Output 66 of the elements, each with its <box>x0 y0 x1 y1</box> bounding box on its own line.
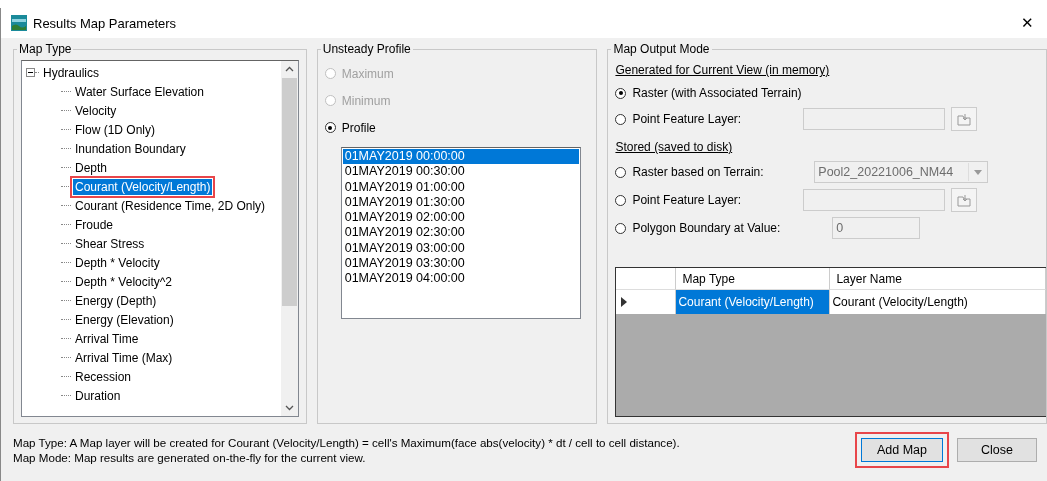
list-item[interactable]: 01MAY2019 04:00:00 <box>342 271 579 287</box>
radio-label: Polygon Boundary at Value: <box>632 221 781 235</box>
radio-button[interactable] <box>615 113 627 125</box>
dropdown-arrow-icon <box>974 169 983 175</box>
radio-button[interactable] <box>615 166 627 178</box>
list-item[interactable]: 01MAY2019 02:00:00 <box>342 210 579 226</box>
tree-item[interactable]: Froude <box>73 216 116 233</box>
tree-item[interactable]: Water Surface Elevation <box>73 83 206 100</box>
radio-label: Raster (with Associated Terrain) <box>632 86 802 100</box>
tree-item[interactable]: Arrival Time <box>73 330 141 347</box>
tree-item[interactable]: Depth * Velocity <box>73 254 162 271</box>
tree-item[interactable]: Depth * Velocity^2 <box>73 273 175 290</box>
tree-item[interactable]: Shear Stress <box>73 235 147 252</box>
tree-item[interactable]: Inundation Boundary <box>73 140 188 157</box>
scrollbar[interactable] <box>280 61 298 416</box>
tree-item[interactable]: Recession <box>73 368 134 385</box>
column-header: Map Type <box>676 268 831 290</box>
tree-item[interactable]: Hydraulics <box>41 64 101 81</box>
radio-label: Minimum <box>341 93 391 108</box>
tree-item[interactable]: Energy (Elevation) <box>73 311 176 328</box>
value-field[interactable]: 0 <box>832 217 921 239</box>
radio-button[interactable] <box>615 222 627 234</box>
list-item[interactable]: 01MAY2019 01:30:00 <box>342 194 579 211</box>
tree-item[interactable]: Courant (Residence Time, 2D Only) <box>73 197 268 214</box>
tree-item[interactable]: Depth <box>73 159 110 176</box>
tree-item[interactable]: Duration <box>73 387 123 404</box>
folder-icon <box>956 192 973 208</box>
app-icon <box>11 15 27 31</box>
add-map-button[interactable]: Add Map <box>861 438 943 462</box>
list-item[interactable]: 01MAY2019 00:00:00 <box>342 149 579 165</box>
tree-item[interactable]: Arrival Time (Max) <box>73 349 175 366</box>
section-heading: Stored (saved to disk) <box>615 139 734 156</box>
column-header: Layer Name <box>830 268 1046 290</box>
status-text: Map Type: A Map layer will be created for Courant (Velocity/Length) = cell's Maximum(face abs(velocity) * dt / cell to cell distance). <box>13 436 681 449</box>
close-dialog-button[interactable]: Close <box>957 438 1037 462</box>
radio-label: Point Feature Layer: <box>632 112 742 126</box>
input-field[interactable] <box>803 108 946 130</box>
group-title: Map Output Mode <box>612 42 711 56</box>
tree-item[interactable]: Velocity <box>73 102 119 119</box>
terrain-dropdown[interactable]: Pool2_20221006_NM44 <box>814 161 989 183</box>
input-field[interactable] <box>803 189 946 211</box>
tree-item[interactable]: Energy (Depth) <box>73 292 159 309</box>
tree-item[interactable]: Flow (1D Only) <box>73 121 157 138</box>
table-cell[interactable]: Courant (Velocity/Length) <box>676 290 831 314</box>
section-heading: Generated for Current View (in memory) <box>615 62 831 79</box>
list-item[interactable]: 01MAY2019 00:30:00 <box>342 164 579 180</box>
list-item[interactable]: 01MAY2019 03:00:00 <box>342 240 579 257</box>
group-title: Unsteady Profile <box>321 42 412 56</box>
status-text: Map Mode: Map results are generated on-the-fly for the current view. <box>13 451 367 464</box>
group-title: Map Type <box>18 42 73 56</box>
window-title: Results Map Parameters <box>33 15 178 31</box>
table-cell[interactable]: Courant (Velocity/Length) <box>830 290 1046 314</box>
radio-label: Raster based on Terrain: <box>632 165 764 179</box>
radio-label: Point Feature Layer: <box>632 193 742 207</box>
radio-button[interactable] <box>324 122 336 133</box>
collapse-icon[interactable] <box>26 68 35 77</box>
radio-label: Profile <box>341 120 376 135</box>
list-item[interactable]: 01MAY2019 02:30:00 <box>342 225 579 241</box>
list-item[interactable]: 01MAY2019 03:30:00 <box>342 256 579 272</box>
close-button[interactable]: ✕ <box>1007 8 1047 38</box>
list-item[interactable]: 01MAY2019 01:00:00 <box>342 179 579 195</box>
radio-button[interactable] <box>615 194 627 206</box>
radio-button[interactable] <box>615 87 627 99</box>
folder-icon <box>956 111 973 127</box>
tree-item[interactable]: Courant (Velocity/Length) <box>73 178 213 195</box>
radio-label: Maximum <box>341 66 394 81</box>
